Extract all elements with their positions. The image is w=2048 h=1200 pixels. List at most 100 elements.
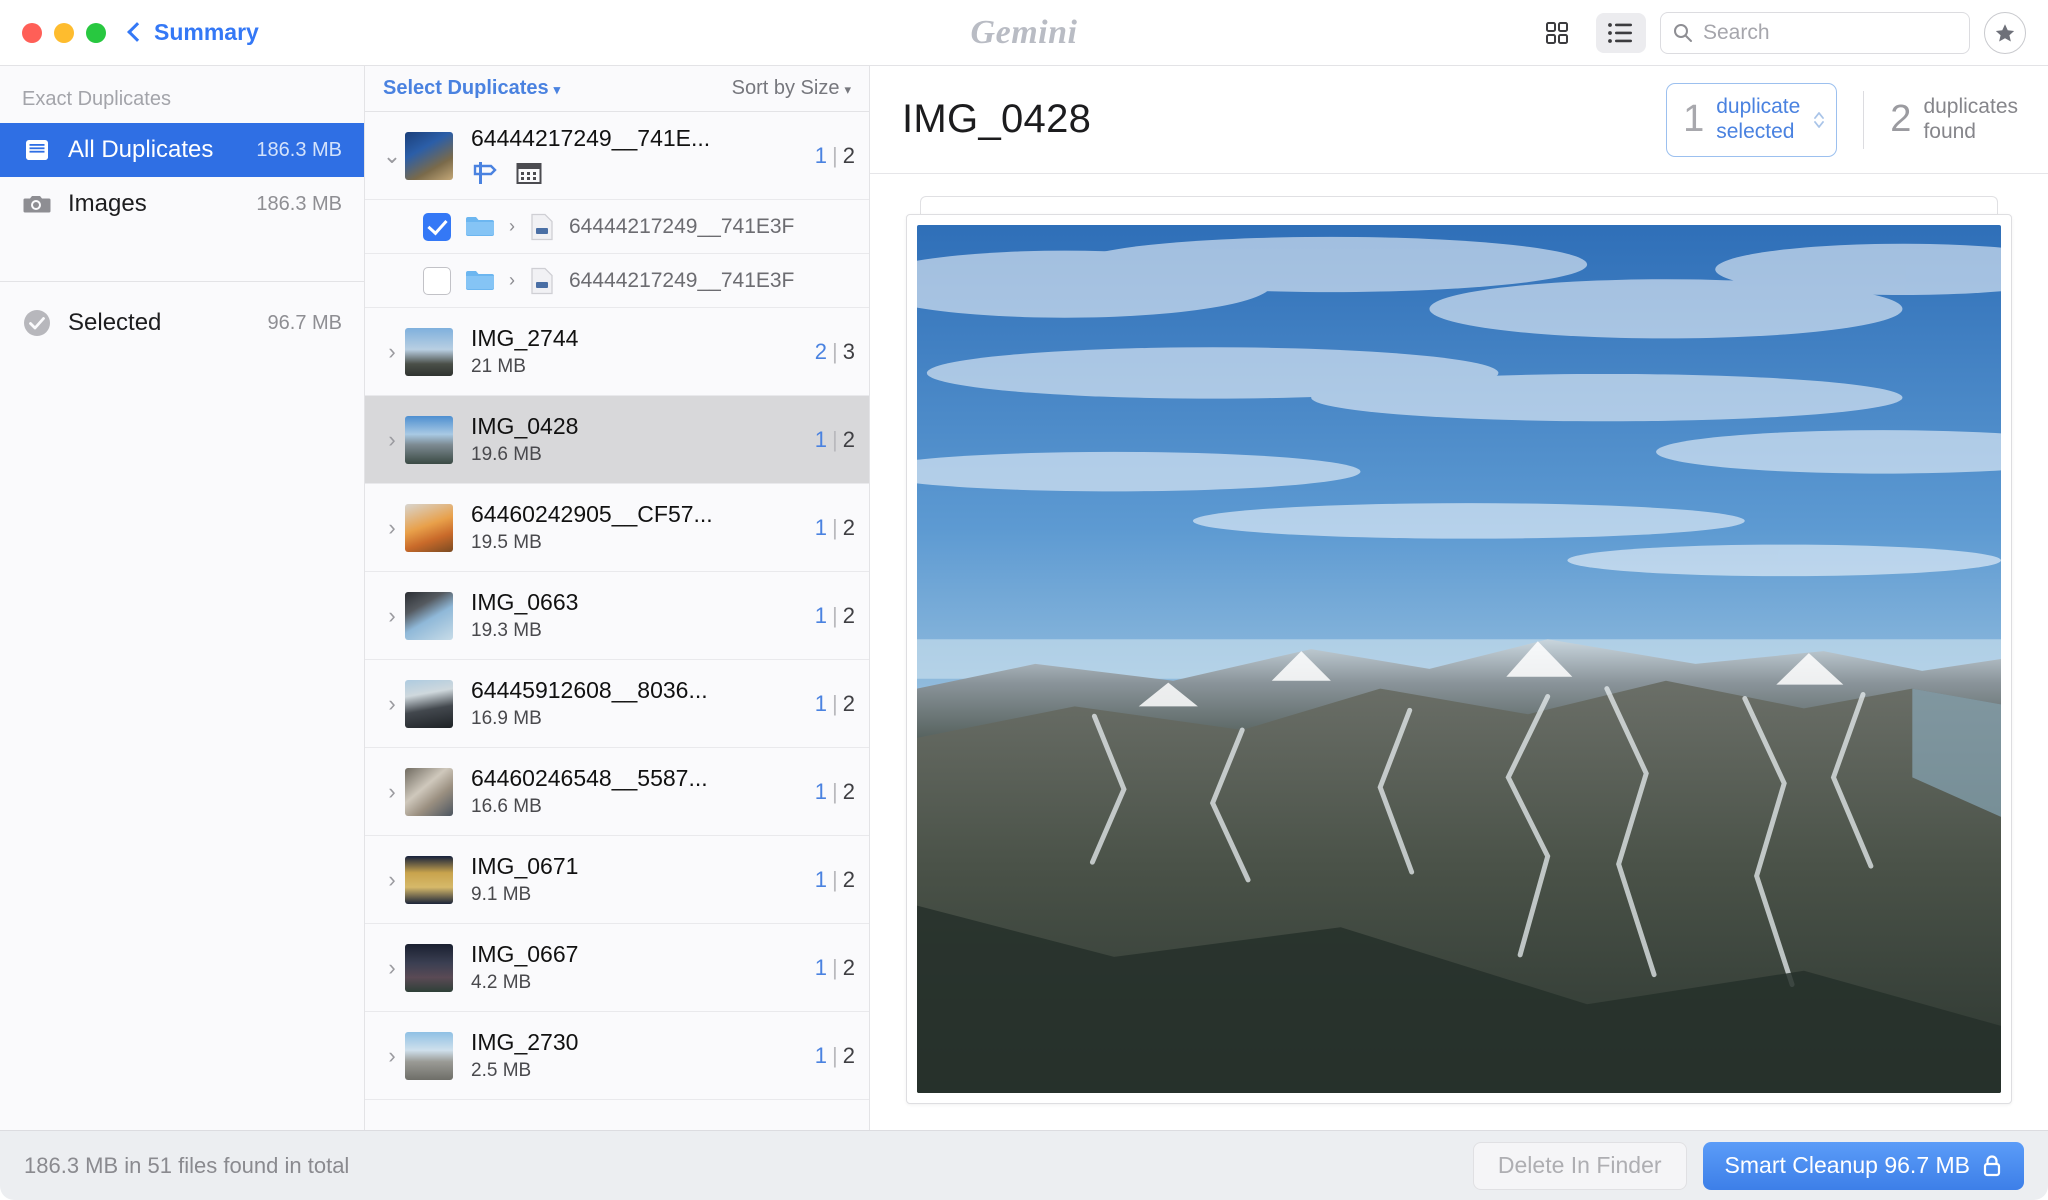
page-title: IMG_0428 — [902, 97, 1092, 141]
duplicate-count: 1 | 2 — [815, 427, 855, 453]
chevron-right-icon[interactable]: › — [379, 867, 405, 893]
list-group-row[interactable]: › IMG_0663 19.3 MB 1 | 2 — [365, 572, 869, 660]
list-group-row[interactable]: › IMG_2744 21 MB 2 | 3 — [365, 308, 869, 396]
duplicates-list-pane: Select Duplicates ▾ Sort by Size ▾ ⌄ 64444… — [365, 66, 870, 1130]
sidebar-item-size: 186.3 MB — [256, 192, 342, 215]
file-size: 19.5 MB — [471, 532, 542, 553]
grid-view-icon[interactable] — [1532, 13, 1582, 53]
maximize-button[interactable] — [86, 22, 106, 43]
selected-caption: duplicate selected — [1716, 95, 1800, 143]
count-separator: | — [832, 778, 838, 804]
list-view-icon[interactable] — [1596, 12, 1646, 53]
group-badges — [471, 160, 803, 186]
file-size: 2.5 MB — [471, 1060, 532, 1081]
statusbar-actions: Delete In Finder Smart Cleanup 96.7 MB — [1472, 1141, 2024, 1190]
delete-in-finder-button[interactable]: Delete In Finder — [1472, 1141, 1687, 1190]
list-group-row[interactable]: › IMG_2730 2.5 MB 1 | 2 — [365, 1012, 869, 1100]
statusbar: 186.3 MB in 51 files found in total Dele… — [0, 1130, 2048, 1200]
list-child-row[interactable]: › 64444217249__741E3F — [365, 200, 869, 254]
list-group-row[interactable]: › IMG_0667 4.2 MB 1 | 2 — [365, 924, 869, 1012]
detail-pane: IMG_0428 1 duplicate selected 2 duplicat… — [870, 66, 2048, 1130]
sidebar: Exact Duplicates All Duplicates 186.3 MB — [0, 66, 365, 1130]
list-group-row[interactable]: › 64460246548__5587... 16.6 MB 1 | 2 — [365, 748, 869, 836]
count-separator: | — [832, 1042, 838, 1068]
list-group-text: 64444217249__741E... — [471, 125, 803, 186]
smart-cleanup-button[interactable]: Smart Cleanup 96.7 MB — [1702, 1141, 2024, 1190]
sidebar-item-selected[interactable]: Selected 96.7 MB — [0, 296, 364, 350]
file-size: 19.3 MB — [471, 620, 542, 641]
duplicates-found-counter: 2 duplicates found — [1890, 95, 2018, 143]
selected-count: 1 — [814, 1042, 828, 1068]
file-name: 64444217249__741E3F — [569, 268, 795, 292]
back-to-summary-button[interactable]: Summary — [127, 19, 259, 46]
duplicate-count: 2 | 3 — [815, 339, 855, 365]
smart-cleanup-label: Smart Cleanup 96.7 MB — [1724, 1152, 1970, 1178]
list-child-row[interactable]: › 64444217249__741E3F — [365, 254, 869, 308]
sidebar-item-all-duplicates[interactable]: All Duplicates 186.3 MB — [0, 123, 364, 177]
main-body: Exact Duplicates All Duplicates 186.3 MB — [0, 66, 2048, 1130]
count-separator: | — [832, 426, 838, 452]
preview-image — [917, 225, 2001, 1093]
found-caption: duplicates found — [1923, 95, 2018, 143]
chevron-right-icon[interactable]: › — [379, 691, 405, 717]
sort-label: Sort by Size — [731, 77, 840, 99]
chevron-right-icon[interactable]: › — [379, 779, 405, 805]
thumbnail — [405, 679, 453, 728]
photo-card[interactable] — [906, 214, 2012, 1104]
list-group-row[interactable]: › IMG_0671 9.1 MB 1 | 2 — [365, 836, 869, 924]
chevron-down-icon[interactable]: ⌄ — [379, 143, 405, 169]
selected-line-2: selected — [1716, 119, 1795, 143]
search-icon — [1674, 23, 1692, 42]
search-field[interactable]: Search — [1660, 11, 1970, 54]
sort-menu[interactable]: Sort by Size ▾ — [732, 77, 851, 100]
list-group-text: IMG_2730 2.5 MB — [471, 1029, 803, 1082]
list-group-row[interactable]: › IMG_0428 19.6 MB 1 | 2 — [365, 396, 869, 484]
row-checkbox[interactable] — [423, 212, 451, 241]
duplicate-count: 1 | 2 — [815, 603, 855, 629]
chevron-right-icon[interactable]: › — [379, 603, 405, 629]
total-count: 2 — [842, 142, 855, 168]
list-group-row[interactable]: ⌄ 64444217249__741E... 1 | 2 — [365, 112, 869, 200]
thumbnail — [405, 943, 453, 992]
duplicates-list[interactable]: ⌄ 64444217249__741E... 1 | 2 › 644442172… — [365, 112, 869, 1130]
minimize-button[interactable] — [54, 22, 74, 43]
selected-count: 1 — [814, 690, 828, 716]
select-duplicates-menu[interactable]: Select Duplicates ▾ — [383, 77, 560, 100]
close-button[interactable] — [22, 22, 42, 43]
thumbnail — [405, 591, 453, 640]
list-group-text: IMG_0671 9.1 MB — [471, 853, 803, 906]
chevron-right-icon[interactable]: › — [379, 515, 405, 541]
file-name: IMG_0663 — [471, 589, 579, 615]
sidebar-item-label: Images — [68, 190, 147, 217]
stepper-arrows-icon[interactable] — [1812, 109, 1826, 131]
count-separator: | — [832, 866, 838, 892]
selected-number: 1 — [1683, 98, 1705, 140]
duplicate-selected-stepper[interactable]: 1 duplicate selected — [1666, 82, 1838, 157]
detail-header: IMG_0428 1 duplicate selected 2 duplicat… — [870, 66, 2048, 174]
thumbnail — [405, 503, 453, 552]
list-group-text: IMG_2744 21 MB — [471, 325, 803, 378]
list-toolbar: Select Duplicates ▾ Sort by Size ▾ — [365, 66, 869, 112]
sidebar-item-label: Selected — [68, 309, 162, 336]
chevron-right-icon[interactable]: › — [379, 955, 405, 981]
chevron-left-icon — [127, 22, 147, 42]
chevron-right-icon[interactable]: › — [379, 1043, 405, 1069]
search-placeholder: Search — [1703, 20, 1770, 44]
titlebar: Summary Gemini Search — [0, 0, 2048, 66]
selected-count: 1 — [814, 426, 828, 452]
chevron-right-icon: › — [509, 270, 515, 290]
row-checkbox[interactable] — [423, 266, 451, 295]
file-icon — [531, 213, 553, 240]
selected-count: 1 — [814, 602, 828, 628]
list-group-row[interactable]: › 64460242905__CF57... 19.5 MB 1 | 2 — [365, 484, 869, 572]
chevron-right-icon[interactable]: › — [379, 427, 405, 453]
list-group-row[interactable]: › 64445912608__8036... 16.9 MB 1 | 2 — [365, 660, 869, 748]
thumbnail — [405, 131, 453, 180]
duplicate-count: 1 | 2 — [815, 515, 855, 541]
count-separator: | — [832, 514, 838, 540]
chevron-right-icon[interactable]: › — [379, 339, 405, 365]
star-icon[interactable] — [1984, 11, 2026, 54]
app-logo: Gemini — [970, 13, 1078, 51]
sidebar-item-images[interactable]: Images 186.3 MB — [0, 177, 364, 231]
duplicate-count: 1 | 2 — [815, 779, 855, 805]
